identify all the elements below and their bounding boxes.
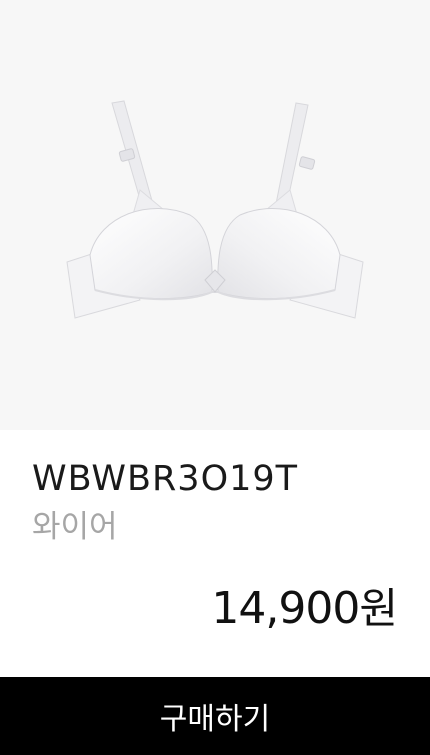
price-amount: 14,900 [211,583,360,634]
price: 14,900 원 [211,587,398,631]
price-currency: 원 [359,584,398,633]
buy-button[interactable]: 구매하기 [0,677,430,755]
product-image[interactable] [0,0,430,430]
product-type-label: 와이어 [32,509,118,545]
product-card: WBWBR3O19T 와이어 14,900 원 구매하기 [0,0,430,755]
product-code: WBWBR3O19T [32,459,299,499]
